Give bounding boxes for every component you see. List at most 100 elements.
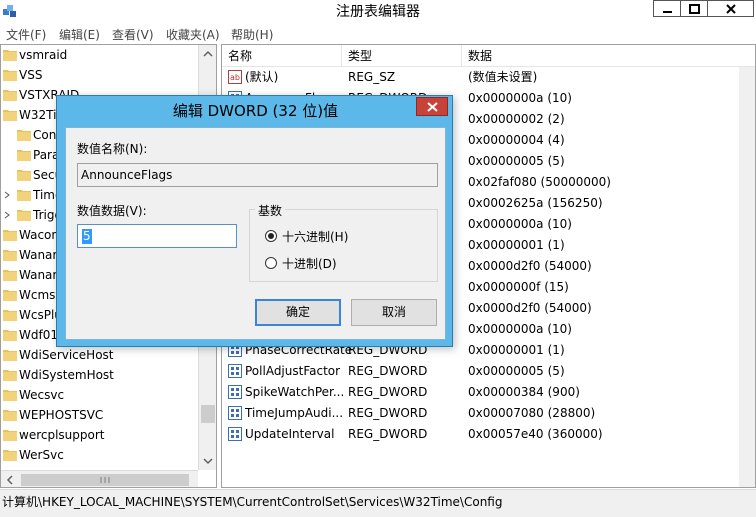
minimize-button[interactable]: [653, 0, 681, 17]
svg-text:ab: ab: [230, 73, 240, 82]
folder-icon: [17, 150, 31, 161]
list-cell-name: UpdateInterval: [245, 427, 335, 441]
list-cell-name: (默认): [245, 70, 279, 84]
folder-icon: [3, 330, 17, 341]
list-item[interactable]: ab (默认) REG_SZ (数值未设置): [222, 67, 755, 88]
chevron-down-icon: [203, 458, 213, 465]
list-cell-data: 0x0000000f (15): [468, 280, 569, 294]
folder-icon: [3, 110, 17, 121]
value-data-input[interactable]: 5: [77, 224, 237, 248]
tree-item-label: WEPHOSTSVC: [19, 408, 104, 422]
list-header: 名称 类型 数据: [222, 45, 755, 67]
tree-item[interactable]: WEPHOSTSVC: [1, 405, 201, 425]
hex-radio[interactable]: [265, 230, 277, 242]
dialog-body: 数值名称(N): AnnounceFlags 数值数据(V): 5 基数 十六进…: [65, 127, 446, 340]
close-button[interactable]: [707, 0, 754, 17]
chevron-left-icon: [6, 475, 13, 485]
value-name-field: AnnounceFlags: [77, 163, 438, 187]
list-cell-name: TimeJumpAudi...: [245, 406, 344, 420]
tree-item[interactable]: wercplsupport: [1, 425, 201, 445]
folder-icon: [3, 270, 17, 281]
menu-edit[interactable]: 编辑(E): [59, 26, 100, 43]
dec-radio[interactable]: [265, 257, 277, 269]
list-cell-name: SpikeWatchPer...: [245, 385, 345, 399]
list-cell-data: (数值未设置): [468, 70, 538, 84]
folder-icon: [3, 350, 17, 361]
tree-item[interactable]: WerSvc: [1, 445, 201, 465]
maximize-icon: [689, 4, 700, 14]
cancel-button[interactable]: 取消: [351, 299, 437, 326]
ok-button[interactable]: 确定: [255, 299, 341, 326]
tree-item[interactable]: vsmraid: [1, 45, 201, 65]
list-cell-type: REG_SZ: [348, 70, 396, 84]
list-item[interactable]: PollAdjustFactor REG_DWORD 0x00000005 (5): [222, 361, 755, 382]
list-item[interactable]: SpikeWatchPer... REG_DWORD 0x00000384 (900…: [222, 382, 755, 403]
expand-arrow-icon[interactable]: [3, 191, 11, 199]
column-header-type[interactable]: 类型: [342, 45, 462, 67]
expand-arrow-icon[interactable]: [3, 211, 11, 219]
tree-item[interactable]: VSS: [1, 65, 201, 85]
list-item[interactable]: UpdateInterval REG_DWORD 0x00057e40 (36000…: [222, 424, 755, 445]
value-data-text: 5: [82, 229, 92, 244]
list-item[interactable]: TimeJumpAudi... REG_DWORD 0x00007080 (2880…: [222, 403, 755, 424]
tree-item-label: VSS: [19, 68, 43, 82]
scroll-left-button[interactable]: [1, 471, 19, 487]
folder-icon: [3, 50, 17, 61]
tree-item-label: WerSvc: [19, 448, 64, 462]
tree-horizontal-scrollbar[interactable]: [1, 470, 198, 487]
window-title: 注册表编辑器: [336, 4, 420, 20]
menu-bar: 文件(F) 编辑(E) 查看(V) 收藏夹(A) 帮助(H): [0, 22, 756, 44]
tree-item[interactable]: WdiSystemHost: [1, 365, 201, 385]
close-icon: [726, 4, 736, 14]
folder-icon: [3, 430, 17, 441]
base-group-title: 基数: [255, 202, 286, 219]
binary-value-icon: [228, 385, 242, 399]
menu-file[interactable]: 文件(F): [6, 26, 46, 43]
menu-favorites[interactable]: 收藏夹(A): [166, 26, 220, 43]
scroll-up-button[interactable]: [199, 45, 216, 63]
binary-value-icon: [228, 364, 242, 378]
grip-icon: [100, 477, 110, 483]
column-header-name[interactable]: 名称: [222, 45, 342, 67]
hex-radio-label[interactable]: 十六进制(H): [282, 228, 348, 245]
dec-radio-label[interactable]: 十进制(D): [282, 255, 337, 272]
tree-item[interactable]: WdiServiceHost: [1, 345, 201, 365]
value-data-label: 数值数据(V):: [77, 204, 147, 218]
menu-help[interactable]: 帮助(H): [231, 26, 273, 43]
folder-icon: [3, 250, 17, 261]
base-group: [249, 209, 438, 282]
menu-view[interactable]: 查看(V): [112, 26, 154, 43]
string-value-icon: ab: [228, 70, 242, 84]
list-cell-data: 0x0000d2f0 (54000): [468, 301, 592, 315]
list-cell-type: REG_DWORD: [348, 406, 428, 420]
tree-item-label: WdiSystemHost: [19, 368, 114, 382]
tree-item[interactable]: Wecsvc: [1, 385, 201, 405]
list-cell-data: 0x0000000a (10): [468, 322, 572, 336]
dialog-close-button[interactable]: [416, 97, 448, 116]
scroll-down-button[interactable]: [199, 452, 216, 470]
tree-item-label: WdiServiceHost: [19, 348, 114, 362]
list-cell-data: 0x00000384 (900): [468, 385, 580, 399]
folder-icon: [17, 190, 31, 201]
binary-value-icon: [228, 427, 242, 441]
list-cell-data: 0x00000005 (5): [468, 364, 565, 378]
list-cell-data: 0x00057e40 (360000): [468, 427, 603, 441]
folder-icon: [3, 70, 17, 81]
list-cell-data: 0x0002625a (156250): [468, 196, 603, 210]
minimize-icon: [663, 11, 672, 13]
tree-item-label: vsmraid: [19, 48, 68, 62]
folder-icon: [3, 230, 17, 241]
tree-scroll-thumb[interactable]: [201, 405, 215, 423]
list-cell-data: 0x00000001 (1): [468, 343, 565, 357]
folder-icon: [3, 290, 17, 301]
folder-icon: [17, 170, 31, 181]
column-header-data[interactable]: 数据: [462, 45, 739, 67]
list-cell-type: REG_DWORD: [348, 385, 428, 399]
tree-hscroll-thumb[interactable]: [21, 474, 189, 486]
list-cell-data: 0x00000001 (1): [468, 238, 565, 252]
list-vertical-scrollbar[interactable]: [739, 67, 755, 487]
folder-icon: [3, 310, 17, 321]
maximize-button[interactable]: [680, 0, 708, 17]
folder-icon: [3, 410, 17, 421]
list-cell-data: 0x00000005 (5): [468, 154, 565, 168]
